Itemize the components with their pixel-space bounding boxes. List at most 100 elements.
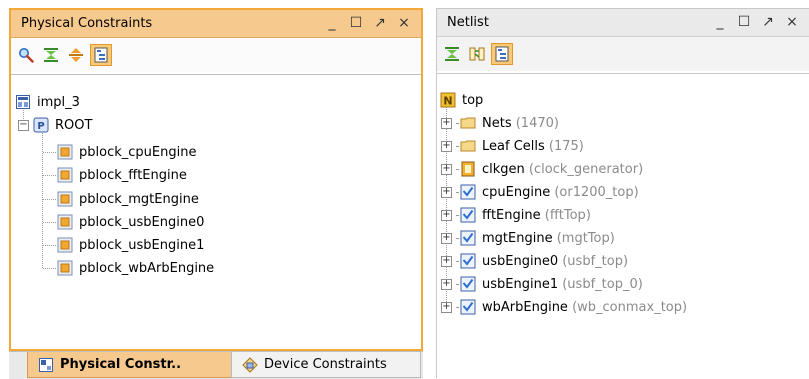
item-name: fftEngine (482, 207, 541, 223)
physical-constraints-titlebar: Physical Constraints _ ☐ ↗ × (11, 10, 421, 38)
tab-device-constraints[interactable]: Device Constraints (231, 352, 421, 378)
pblock-icon (57, 191, 73, 207)
module-icon (460, 207, 476, 223)
tree-item-pblock[interactable]: pblock_wbArbEngine (57, 257, 214, 279)
design-run-icon (16, 95, 30, 109)
tree-item-label: ROOT (55, 117, 93, 133)
tree-item-module[interactable]: + usbEngine1 (usbf_top_0) (441, 273, 643, 295)
minimize-button[interactable]: _ (711, 13, 729, 31)
physical-constraints-tree: impl_3 − P ROOT pblock_cpuEngine pblock_… (11, 74, 421, 349)
tree-item-impl[interactable]: impl_3 (15, 91, 80, 113)
tab-physical-constraints[interactable]: Physical Constr.. (27, 352, 235, 378)
netlist-panel: Netlist _ ☐ ↗ × N top + Nets (1470) + Le… (436, 8, 809, 378)
panel-title: Physical Constraints (21, 16, 153, 31)
item-name: wbArbEngine (482, 299, 568, 315)
tree-item-module[interactable]: + usbEngine0 (usbf_top) (441, 250, 628, 272)
expand-toggle[interactable]: + (441, 117, 452, 129)
module-icon (460, 184, 476, 200)
tree-item-top[interactable]: N top (440, 89, 483, 111)
float-button[interactable]: ↗ (759, 13, 777, 31)
show-hierarchy-icon (94, 47, 108, 63)
item-name: mgtEngine (482, 230, 553, 246)
tree-item-pblock[interactable]: pblock_usbEngine0 (57, 211, 204, 233)
collapse-all-button[interactable] (441, 43, 463, 65)
expand-toggle[interactable]: + (441, 278, 452, 290)
physical-constraints-toolbar (11, 38, 421, 72)
maximize-button[interactable]: ☐ (735, 13, 753, 31)
bottom-tab-bar: Physical Constr.. Device Constraints (9, 351, 423, 379)
item-name: Nets (482, 115, 512, 131)
expand-toggle[interactable]: + (441, 140, 452, 152)
show-connectivity-icon (469, 47, 485, 61)
minimize-button[interactable]: _ (323, 14, 341, 32)
module-icon (460, 230, 476, 246)
tree-item-label: top (462, 92, 484, 108)
item-detail: (or1200_top) (554, 184, 639, 200)
item-name: usbEngine0 (482, 253, 559, 269)
tree-item-clkgen[interactable]: + clkgen (clock_generator) (441, 158, 643, 180)
show-hierarchy-button[interactable] (491, 43, 513, 65)
pblock-label: pblock_usbEngine1 (79, 237, 205, 253)
show-hierarchy-icon (495, 46, 509, 62)
folder-icon (460, 140, 476, 152)
show-connectivity-button[interactable] (466, 43, 488, 65)
tree-item-module[interactable]: + mgtEngine (mgtTop) (441, 227, 615, 249)
physical-constraints-icon (39, 357, 53, 372)
item-detail: (fftTop) (544, 207, 591, 223)
netlist-titlebar: Netlist _ ☐ ↗ × (437, 9, 809, 37)
item-name: Leaf Cells (482, 138, 545, 154)
pblock-root-icon: P (33, 117, 49, 133)
tree-item-label: impl_3 (37, 94, 80, 110)
expand-all-button[interactable] (65, 44, 87, 66)
device-constraints-icon (242, 356, 258, 373)
expand-toggle[interactable]: + (441, 186, 452, 198)
pblock-icon (57, 167, 73, 183)
item-detail: (clock_generator) (528, 161, 644, 177)
item-name: clkgen (482, 161, 525, 177)
expand-toggle[interactable]: + (441, 163, 452, 175)
clock-cell-icon (461, 161, 475, 177)
folder-icon (460, 117, 476, 129)
item-detail: (mgtTop) (556, 230, 615, 246)
tree-item-nets[interactable]: + Nets (1470) (441, 112, 559, 134)
physical-constraints-panel: Physical Constraints _ ☐ ↗ × impl_3 − P … (9, 8, 423, 351)
item-detail: (wb_conmax_top) (572, 299, 688, 315)
tab-label: Device Constraints (264, 357, 387, 372)
pblock-label: pblock_wbArbEngine (79, 260, 215, 276)
tree-item-leaf-cells[interactable]: + Leaf Cells (175) (441, 135, 584, 157)
netlist-top-icon: N (440, 92, 456, 108)
collapse-toggle[interactable]: − (18, 119, 29, 131)
float-button[interactable]: ↗ (371, 14, 389, 32)
item-name: cpuEngine (482, 184, 551, 200)
expand-toggle[interactable]: + (441, 209, 452, 221)
close-button[interactable]: × (783, 13, 801, 31)
tree-item-pblock[interactable]: pblock_usbEngine1 (57, 234, 204, 256)
tree-item-pblock[interactable]: pblock_cpuEngine (57, 141, 196, 163)
tree-item-root[interactable]: − P ROOT (18, 114, 92, 136)
tree-item-pblock[interactable]: pblock_fftEngine (57, 164, 187, 186)
pblock-icon (57, 237, 73, 253)
item-detail: (usbf_top) (562, 253, 629, 269)
tree-item-pblock[interactable]: pblock_mgtEngine (57, 188, 199, 210)
expand-toggle[interactable]: + (441, 301, 452, 313)
tree-item-module[interactable]: + fftEngine (fftTop) (441, 204, 591, 226)
pblock-label: pblock_cpuEngine (79, 144, 197, 160)
item-detail: (1470) (515, 115, 559, 131)
expand-toggle[interactable]: + (441, 255, 452, 267)
tree-item-module[interactable]: + cpuEngine (or1200_top) (441, 181, 639, 203)
expand-all-icon (69, 48, 83, 62)
tree-item-module[interactable]: + wbArbEngine (wb_conmax_top) (441, 296, 687, 318)
show-hierarchy-button[interactable] (90, 44, 112, 66)
item-detail: (175) (548, 138, 584, 154)
expand-toggle[interactable]: + (441, 232, 452, 244)
pblock-label: pblock_fftEngine (79, 167, 187, 183)
close-button[interactable]: × (395, 14, 413, 32)
search-button[interactable] (15, 44, 37, 66)
collapse-all-button[interactable] (40, 44, 62, 66)
netlist-tree: N top + Nets (1470) + Leaf Cells (175) +… (437, 73, 809, 378)
maximize-button[interactable]: ☐ (347, 14, 365, 32)
pblock-label: pblock_mgtEngine (79, 191, 199, 207)
pblock-icon (57, 260, 73, 276)
svg-text:N: N (443, 95, 452, 108)
panel-title: Netlist (447, 15, 489, 30)
